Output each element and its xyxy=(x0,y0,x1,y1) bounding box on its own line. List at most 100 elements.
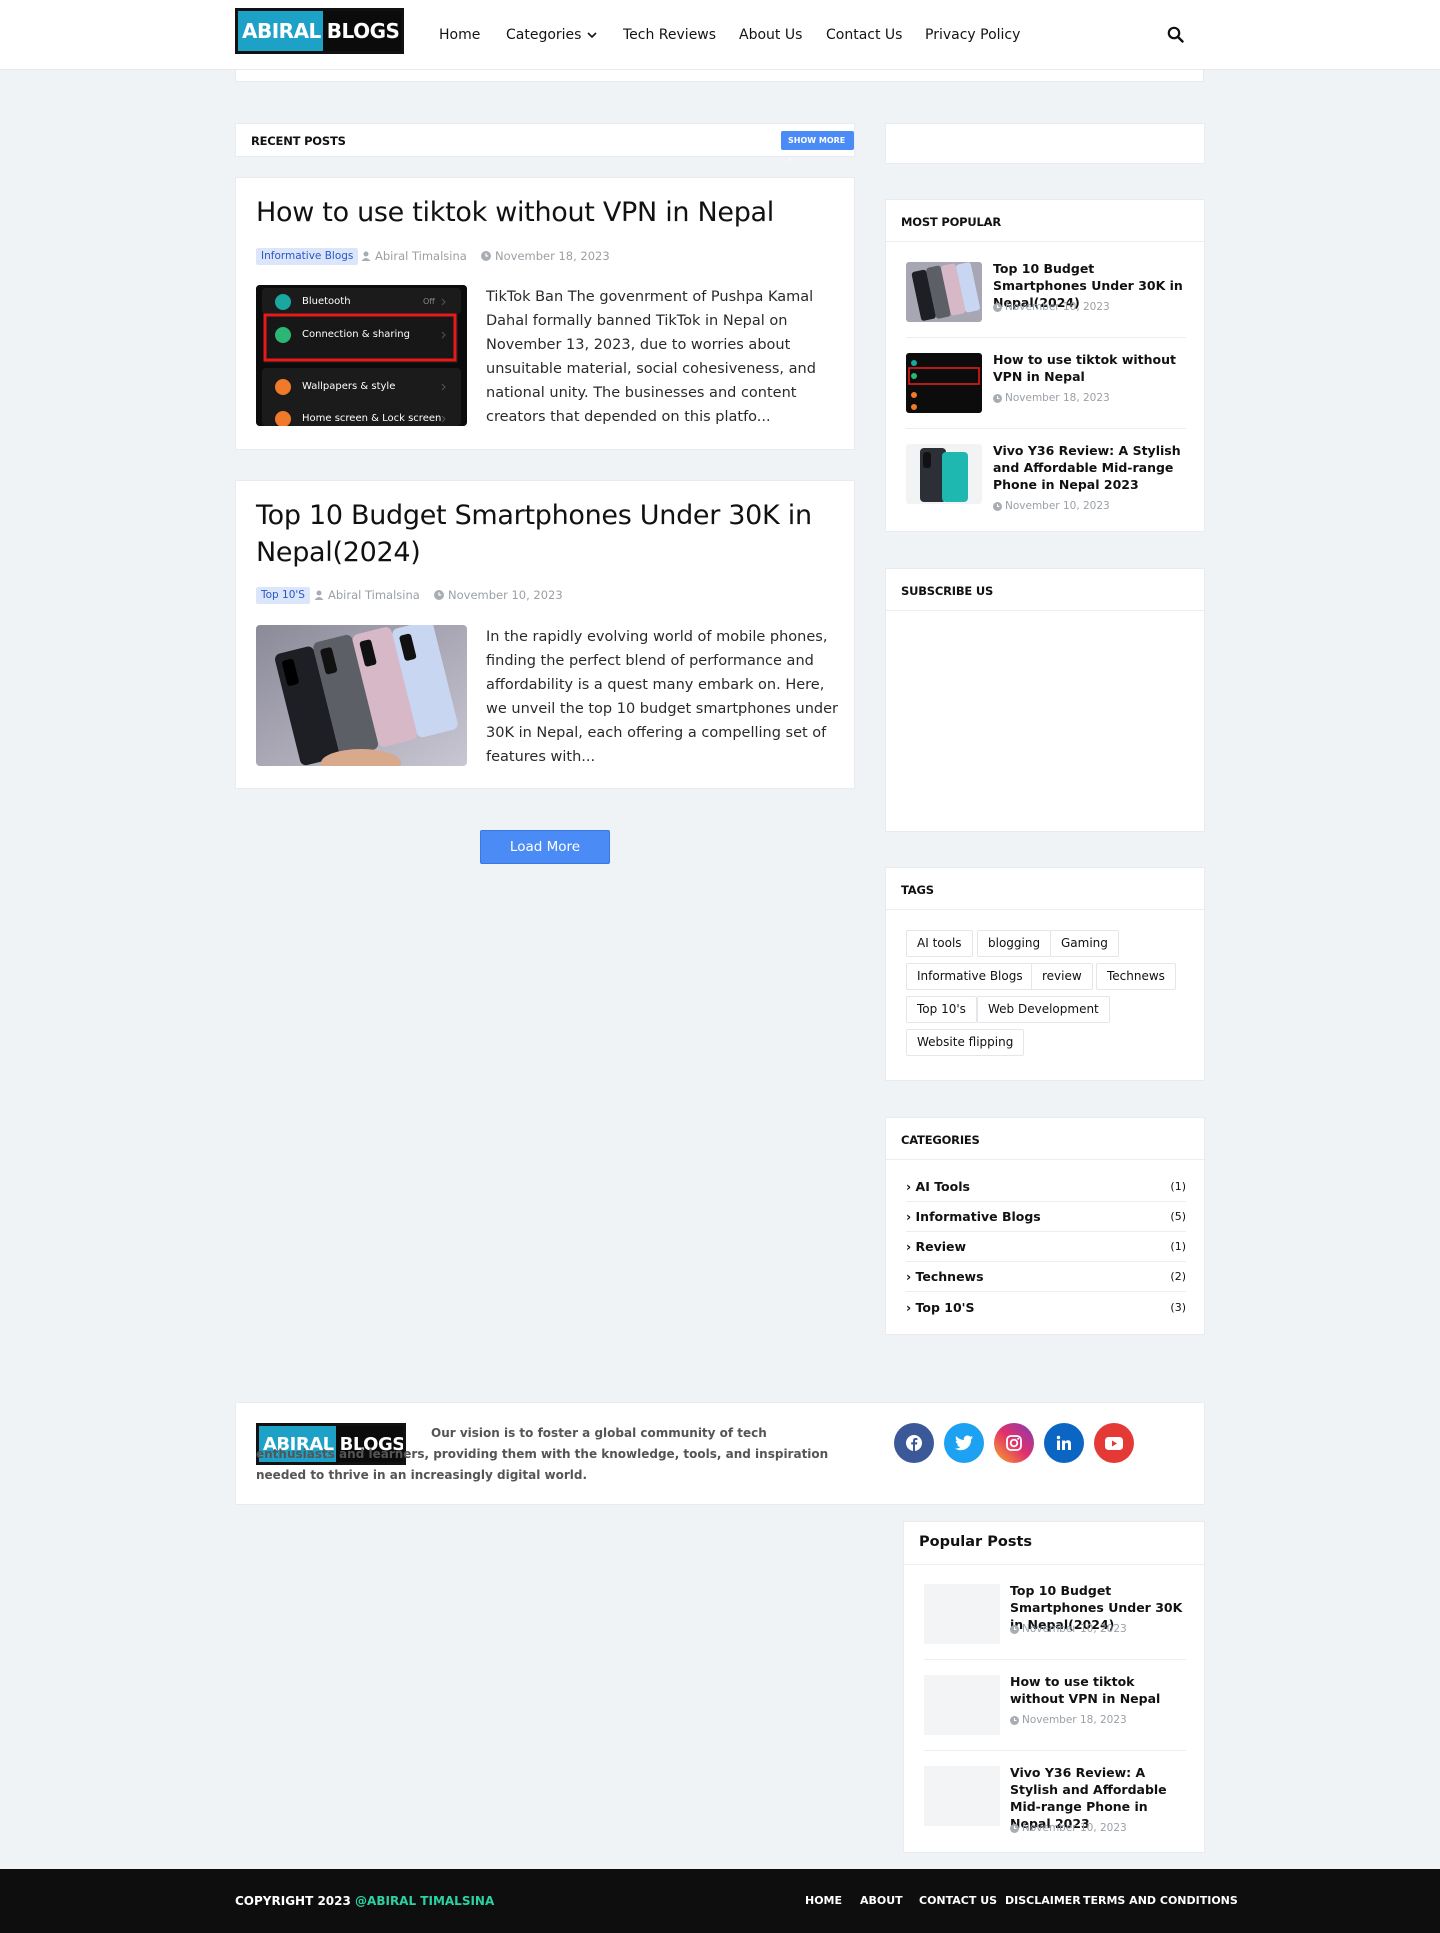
footer-link-about[interactable]: ABOUT xyxy=(860,1869,903,1933)
category-count: (2) xyxy=(1170,1270,1186,1283)
logo-text-left: ABIRAL xyxy=(238,11,323,51)
category-item[interactable]: › Top 10'S (3) xyxy=(906,1292,1186,1322)
site-logo[interactable]: ABIRAL BLOGS xyxy=(235,8,404,54)
sidebar-ad-slot xyxy=(885,123,1205,164)
post-thumbnail-phones[interactable] xyxy=(256,625,467,766)
nav-tech-reviews[interactable]: Tech Reviews xyxy=(623,0,716,70)
category-item[interactable]: › Technews (2) xyxy=(906,1262,1186,1292)
show-more-button[interactable]: SHOW MORE › xyxy=(781,131,854,164)
widget-divider xyxy=(886,1159,1204,1160)
thumb-text-off: Off xyxy=(423,297,435,306)
widget-divider xyxy=(904,1564,1204,1565)
post-author-name: Abiral Timalsina xyxy=(375,249,467,263)
show-more-label: SHOW MORE xyxy=(788,136,846,145)
post-title[interactable]: Top 10 Budget Smartphones Under 30K in N… xyxy=(256,497,836,571)
category-item[interactable]: › AI Tools (1) xyxy=(906,1172,1186,1202)
popular-post-date-text: November 10, 2023 xyxy=(1022,1822,1127,1834)
footer-bar: COPYRIGHT 2023 @ABIRAL TIMALSINA HOME AB… xyxy=(0,1869,1440,1933)
post-excerpt: TikTok Ban The govenrment of Pushpa Kama… xyxy=(486,289,816,425)
popular-thumb-phones[interactable] xyxy=(906,262,982,322)
popular-post-date: November 18, 2023 xyxy=(1010,1714,1127,1726)
category-name: › Informative Blogs xyxy=(906,1209,1041,1224)
footer-link-terms[interactable]: TERMS AND CONDITIONS xyxy=(1083,1869,1238,1933)
thumb-text-bluetooth: Bluetooth xyxy=(302,296,351,307)
popular-post-thumb-placeholder[interactable] xyxy=(924,1584,1000,1644)
popular-post-date-text: November 10, 2023 xyxy=(1022,1623,1127,1635)
youtube-icon[interactable] xyxy=(1094,1423,1134,1463)
footer-link-disclaimer[interactable]: DISCLAIMER xyxy=(1005,1869,1081,1933)
widget-divider xyxy=(886,909,1204,910)
nav-contact-us[interactable]: Contact Us xyxy=(826,0,902,70)
popular-item-title[interactable]: How to use tiktok without VPN in Nepal xyxy=(993,351,1183,385)
widget-divider xyxy=(886,241,1204,242)
item-divider xyxy=(924,1659,1186,1660)
category-name: › AI Tools xyxy=(906,1179,970,1194)
categories-title: CATEGORIES xyxy=(901,1133,980,1147)
clock-icon xyxy=(1010,1823,1019,1833)
clock-icon xyxy=(1010,1624,1019,1634)
copyright-text: COPYRIGHT 2023 xyxy=(235,1894,351,1908)
category-item[interactable]: › Informative Blogs (5) xyxy=(906,1202,1186,1232)
instagram-icon[interactable] xyxy=(994,1423,1034,1463)
post-date: November 10, 2023 xyxy=(434,585,563,605)
popular-posts-title: Popular Posts xyxy=(919,1534,1033,1550)
category-item[interactable]: › Review (1) xyxy=(906,1232,1186,1262)
linkedin-icon[interactable] xyxy=(1044,1423,1084,1463)
clock-icon xyxy=(434,590,444,600)
popular-post-thumb-placeholder[interactable] xyxy=(924,1766,1000,1826)
nav-home[interactable]: Home xyxy=(439,0,480,70)
popular-post-thumb-placeholder[interactable] xyxy=(924,1675,1000,1735)
tags-title: TAGS xyxy=(901,883,934,897)
post-label[interactable]: Top 10'S xyxy=(256,587,310,604)
post-card: How to use tiktok without VPN in Nepal I… xyxy=(235,177,855,450)
tag-chip[interactable]: blogging xyxy=(977,930,1052,957)
facebook-icon[interactable] xyxy=(894,1423,934,1463)
nav-categories[interactable]: Categories xyxy=(506,0,598,70)
popular-posts-widget: Popular Posts Top 10 Budget Smartphones … xyxy=(903,1521,1205,1853)
user-icon xyxy=(314,590,324,600)
tag-chip[interactable]: Top 10's xyxy=(906,996,977,1023)
load-more-button[interactable]: Load More xyxy=(480,830,610,864)
category-name: › Technews xyxy=(906,1269,984,1284)
popular-thumb-settings[interactable] xyxy=(906,353,982,413)
item-divider xyxy=(906,428,1186,429)
tag-chip[interactable]: Informative Blogs xyxy=(906,963,1034,990)
post-title[interactable]: How to use tiktok without VPN in Nepal xyxy=(256,194,836,231)
copyright-owner-link[interactable]: @ABIRAL TIMALSINA xyxy=(355,1894,494,1908)
tag-chip[interactable]: Website flipping xyxy=(906,1029,1025,1056)
nav-privacy-policy[interactable]: Privacy Policy xyxy=(925,0,1020,70)
tag-chip[interactable]: Web Development xyxy=(977,996,1110,1023)
post-date: November 18, 2023 xyxy=(481,246,610,266)
chevron-right-icon: › xyxy=(788,155,792,164)
nav-about-us[interactable]: About Us xyxy=(739,0,802,70)
category-name: › Review xyxy=(906,1239,967,1254)
popular-post-title[interactable]: How to use tiktok without VPN in Nepal xyxy=(1010,1673,1188,1707)
thumb-text-homescreen: Home screen & Lock screen xyxy=(302,413,442,424)
post-thumbnail-settings-screenshot[interactable]: Bluetooth Off Connection & sharing Wallp… xyxy=(256,285,467,426)
post-date-text: November 10, 2023 xyxy=(448,588,563,602)
item-divider xyxy=(924,1750,1186,1751)
nav-categories-label: Categories xyxy=(506,27,582,43)
tag-chip[interactable]: Gaming xyxy=(1050,930,1119,957)
clock-icon xyxy=(993,302,1002,312)
clock-icon xyxy=(1010,1715,1019,1725)
category-count: (1) xyxy=(1170,1240,1186,1253)
chevron-down-icon xyxy=(587,32,598,39)
tag-chip[interactable]: review xyxy=(1031,963,1093,990)
tag-chip[interactable]: AI tools xyxy=(906,930,973,957)
post-card: Top 10 Budget Smartphones Under 30K in N… xyxy=(235,480,855,789)
popular-post-date: November 10, 2023 xyxy=(1010,1623,1127,1635)
search-icon[interactable] xyxy=(1167,26,1184,47)
post-label[interactable]: Informative Blogs xyxy=(256,248,359,265)
thumb-text-wallpapers: Wallpapers & style xyxy=(302,381,396,392)
popular-thumb-vivo[interactable] xyxy=(906,444,982,504)
item-divider xyxy=(906,337,1186,338)
footer-link-home[interactable]: HOME xyxy=(805,1869,842,1933)
popular-item-title[interactable]: Vivo Y36 Review: A Stylish and Affordabl… xyxy=(993,442,1183,493)
recent-posts-header: RECENT POSTS SHOW MORE › xyxy=(235,123,855,164)
popular-post-date: November 10, 2023 xyxy=(1010,1822,1127,1834)
post-author-name: Abiral Timalsina xyxy=(328,588,420,602)
twitter-icon[interactable] xyxy=(944,1423,984,1463)
tag-chip[interactable]: Technews xyxy=(1096,963,1176,990)
footer-link-contact[interactable]: CONTACT US xyxy=(919,1869,997,1933)
